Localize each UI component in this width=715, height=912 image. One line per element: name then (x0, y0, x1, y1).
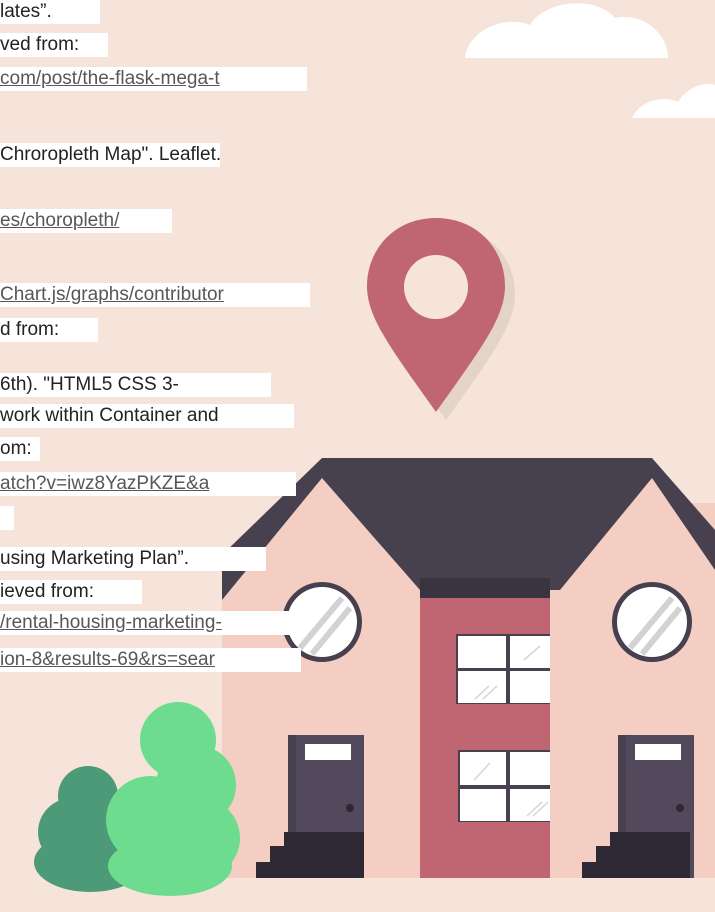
round-window (612, 582, 692, 662)
window (456, 634, 550, 704)
reference-text: om: (0, 437, 40, 461)
background-illustration (0, 3, 715, 912)
reference-text: lates”. (0, 0, 100, 24)
reference-link[interactable]: Chart.js/graphs/contributor (0, 283, 310, 307)
reference-text: ieved from: (0, 580, 142, 604)
bush-illustration (106, 702, 240, 896)
window (458, 750, 550, 822)
reference-link[interactable]: atch?v=iwz8YazPKZE&a (0, 472, 296, 496)
reference-text: d from: (0, 318, 98, 342)
reference-link[interactable]: com/post/the-flask-mega-t (0, 67, 307, 91)
reference-link[interactable]: ion-8&results-69&rs=sear (0, 648, 301, 672)
reference-link[interactable] (0, 506, 14, 530)
cloud-icon (632, 83, 715, 118)
reference-text: ved from: (0, 33, 108, 57)
location-pin-icon (367, 218, 515, 420)
reference-text: Chroropleth Map". Leaflet. (0, 143, 220, 167)
reference-text: work within Container and (0, 404, 294, 428)
reference-text: using Marketing Plan”. (0, 547, 266, 571)
reference-text: 6th). "HTML5 CSS 3- (0, 373, 271, 397)
reference-link[interactable]: es/choropleth/ (0, 209, 172, 233)
cloud-icon (465, 3, 668, 59)
reference-link[interactable]: /rental-housing-marketing- (0, 611, 307, 635)
